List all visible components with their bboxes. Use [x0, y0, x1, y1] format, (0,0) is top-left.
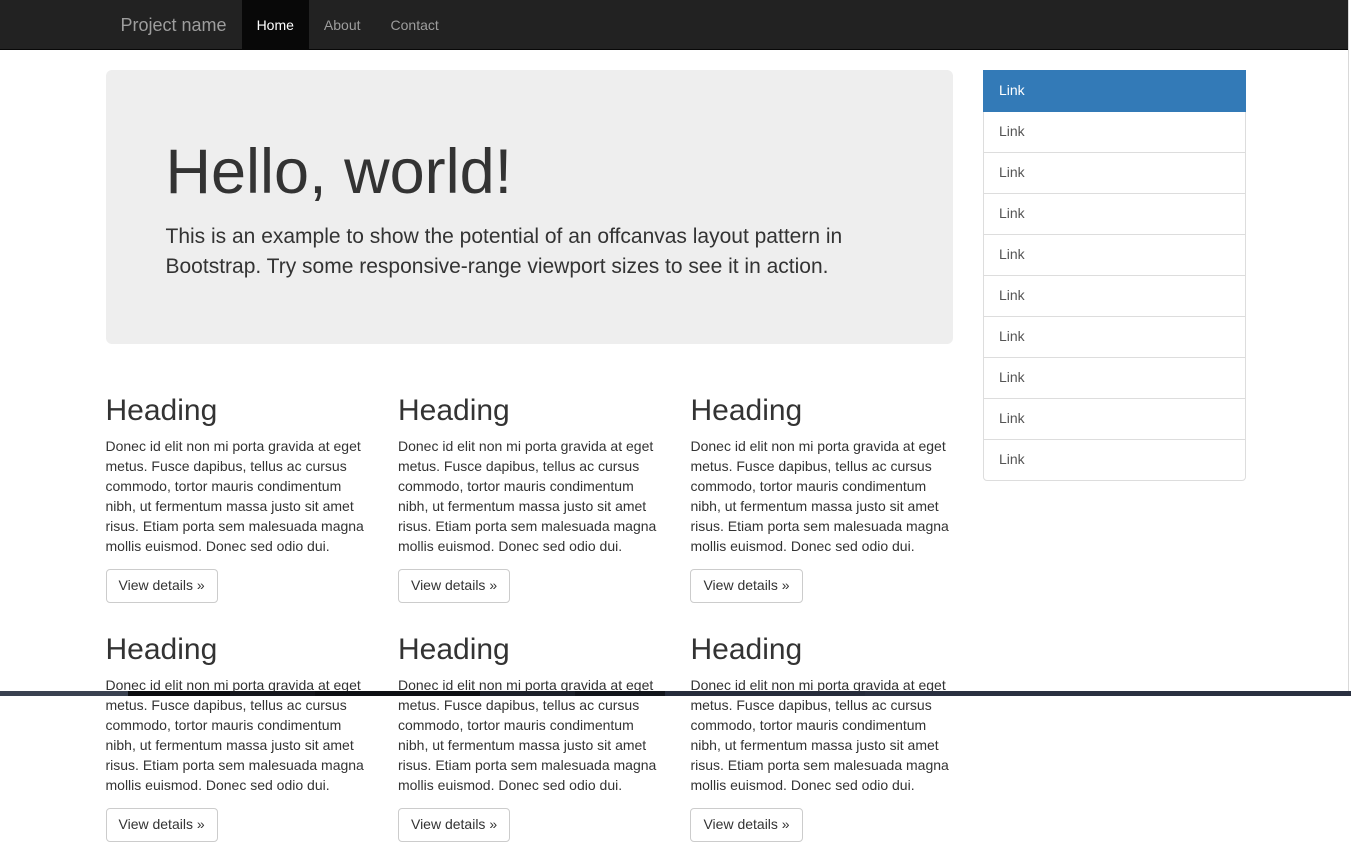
content-card: Heading Donec id elit non mi porta gravi… [675, 374, 967, 613]
main-column: Hello, world! This is an example to show… [91, 70, 969, 852]
sidebar-link[interactable]: Link [983, 70, 1246, 112]
card-button-wrap: View details » [106, 808, 368, 842]
card-body-text: Donec id elit non mi porta gravida at eg… [398, 437, 660, 557]
sidebar-link[interactable]: Link [983, 193, 1246, 235]
sidebar: Link Link Link Link Link Link Link Link … [968, 70, 1261, 481]
navbar-brand[interactable]: Project name [106, 0, 242, 50]
card-button-wrap: View details » [690, 569, 952, 603]
card-heading: Heading [690, 633, 952, 666]
card-body-text: Donec id elit non mi porta gravida at eg… [106, 437, 368, 557]
card-button-wrap: View details » [398, 569, 660, 603]
sidebar-link[interactable]: Link [983, 275, 1246, 317]
jumbotron: Hello, world! This is an example to show… [106, 70, 954, 344]
card-heading: Heading [106, 633, 368, 666]
view-details-button[interactable]: View details » [106, 569, 218, 603]
card-heading: Heading [106, 394, 368, 427]
taskbar-sliver [0, 691, 1351, 696]
card-heading: Heading [690, 394, 952, 427]
cards-row-2: Heading Donec id elit non mi porta gravi… [91, 613, 969, 852]
sidebar-link[interactable]: Link [983, 234, 1246, 276]
navbar-nav: Home About Contact [242, 0, 454, 50]
view-details-button[interactable]: View details » [690, 569, 802, 603]
content-card: Heading Donec id elit non mi porta gravi… [91, 613, 383, 852]
content-card: Heading Donec id elit non mi porta gravi… [675, 613, 967, 852]
card-heading: Heading [398, 394, 660, 427]
sidebar-link[interactable]: Link [983, 398, 1246, 440]
sidebar-link[interactable]: Link [983, 439, 1246, 481]
sidebar-link[interactable]: Link [983, 152, 1246, 194]
nav-item[interactable]: Home [242, 0, 309, 50]
view-details-button[interactable]: View details » [106, 808, 218, 842]
card-button-wrap: View details » [690, 808, 952, 842]
navbar: Project name Home About Contact [0, 0, 1351, 50]
view-details-button[interactable]: View details » [690, 808, 802, 842]
nav-item[interactable]: Contact [376, 0, 454, 50]
card-body-text: Donec id elit non mi porta gravida at eg… [690, 437, 952, 557]
content-card: Heading Donec id elit non mi porta gravi… [91, 374, 383, 613]
jumbotron-title: Hello, world! [166, 138, 894, 207]
content-card: Heading Donec id elit non mi porta gravi… [383, 613, 675, 852]
content-card: Heading Donec id elit non mi porta gravi… [383, 374, 675, 613]
view-details-button[interactable]: View details » [398, 808, 510, 842]
nav-item[interactable]: About [309, 0, 376, 50]
page-container: Hello, world! This is an example to show… [91, 50, 1261, 852]
jumbotron-description: This is an example to show the potential… [166, 222, 894, 281]
sidebar-link[interactable]: Link [983, 111, 1246, 153]
sidebar-link[interactable]: Link [983, 316, 1246, 358]
card-button-wrap: View details » [106, 569, 368, 603]
card-button-wrap: View details » [398, 808, 660, 842]
cards-row-1: Heading Donec id elit non mi porta gravi… [91, 374, 969, 613]
sidebar-link[interactable]: Link [983, 357, 1246, 399]
view-details-button[interactable]: View details » [398, 569, 510, 603]
navbar-container: Project name Home About Contact [91, 0, 1261, 50]
card-heading: Heading [398, 633, 660, 666]
sidebar-link-list: Link Link Link Link Link Link Link Link … [983, 70, 1246, 481]
content-row: Hello, world! This is an example to show… [91, 70, 1261, 852]
